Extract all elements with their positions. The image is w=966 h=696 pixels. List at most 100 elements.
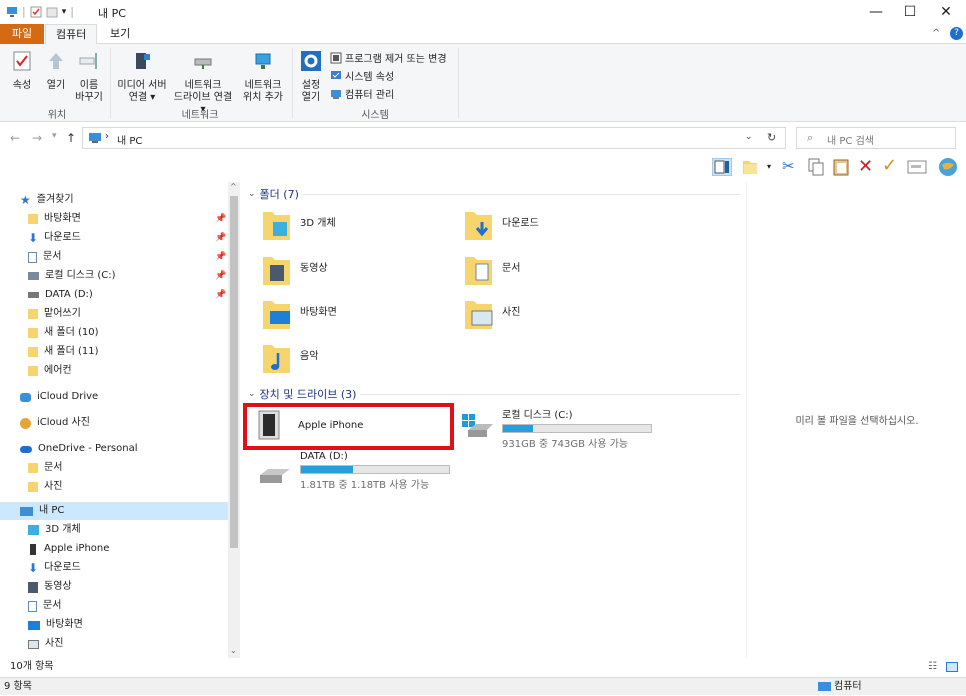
drive-item-local-disk-c[interactable]: 로컬 디스크 (C:) 931GB 중 743GB 사용 가능 bbox=[460, 406, 652, 450]
maximize-button[interactable]: ☐ bbox=[900, 3, 920, 21]
tab-view[interactable]: 보기 bbox=[100, 24, 140, 44]
title-bar: | ▾ | 내 PC — ☐ ✕ bbox=[0, 0, 966, 24]
nav-icloud-drive[interactable]: iCloud Drive bbox=[20, 388, 98, 406]
nav-pc-downloads[interactable]: ⬇ 다운로드 bbox=[28, 559, 81, 577]
new-folder-quick-icon[interactable] bbox=[46, 6, 58, 18]
nav-pc-3d-objects[interactable]: 3D 개체 bbox=[28, 521, 81, 539]
nav-item-folder[interactable]: 맡어쓰기 bbox=[28, 305, 81, 323]
scroll-down-icon[interactable]: ⌄ bbox=[230, 646, 237, 655]
cut-icon[interactable]: ✂ bbox=[782, 157, 795, 175]
rename-toolbar-icon[interactable] bbox=[907, 160, 927, 174]
devices-group-header[interactable]: ⌄ 장치 및 드라이브 (3) bbox=[248, 386, 740, 402]
details-view-icon[interactable]: ☷ bbox=[928, 658, 937, 676]
nav-pc-iphone[interactable]: Apple iPhone bbox=[28, 540, 109, 558]
folder-item-documents[interactable]: 문서 bbox=[464, 253, 520, 287]
folder-item-3d-objects[interactable]: 3D 개체 bbox=[262, 208, 336, 242]
nav-item-folder[interactable]: 에어컨 bbox=[28, 362, 72, 380]
nav-pc-videos[interactable]: 동영상 bbox=[28, 578, 72, 596]
pin-icon[interactable]: 📌 bbox=[215, 214, 226, 224]
large-icons-view-icon[interactable] bbox=[946, 662, 958, 672]
pin-icon[interactable]: 📌 bbox=[215, 233, 226, 243]
nav-item-desktop[interactable]: 바탕화면 bbox=[28, 210, 81, 228]
group-divider bbox=[360, 393, 740, 395]
bottom-item-count: 9 항목 bbox=[4, 681, 32, 692]
search-icon: ⌕ bbox=[807, 131, 814, 144]
address-row: ← → ▾ ↑ › 내 PC ⌄ ↻ ⌕ 내 PC 검색 bbox=[0, 124, 966, 152]
computer-management-button[interactable]: 컴퓨터 관리 bbox=[330, 86, 394, 101]
nav-item-folder[interactable]: 새 폴더 (10) bbox=[28, 324, 99, 342]
folder-item-pictures[interactable]: 사진 bbox=[464, 297, 520, 331]
address-bar[interactable]: › 내 PC ⌄ ↻ bbox=[82, 127, 786, 149]
scroll-up-icon[interactable]: ^ bbox=[230, 182, 237, 191]
rename-button[interactable]: 이름 바꾸기 bbox=[72, 50, 106, 104]
tab-file[interactable]: 파일 bbox=[0, 24, 44, 44]
drive-item-data-d[interactable]: DATA (D:) 1.81TB 중 1.18TB 사용 가능 bbox=[258, 451, 450, 495]
nav-item-data-d[interactable]: DATA (D:) bbox=[28, 286, 93, 304]
nav-onedrive[interactable]: OneDrive - Personal bbox=[20, 440, 138, 458]
checkmark-icon[interactable]: ✓ bbox=[882, 155, 897, 176]
minimize-button[interactable]: — bbox=[866, 3, 886, 21]
address-dropdown-icon[interactable]: ⌄ bbox=[745, 132, 753, 142]
folder-item-desktop[interactable]: 바탕화면 bbox=[262, 297, 337, 331]
ribbon-collapse-icon[interactable]: ^ bbox=[932, 28, 940, 39]
properties-quick-icon[interactable] bbox=[30, 6, 42, 18]
nav-item-downloads[interactable]: ⬇ 다운로드 bbox=[28, 229, 81, 247]
folders-group-header[interactable]: ⌄ 폴더 (7) bbox=[248, 186, 740, 202]
properties-button[interactable]: 속성 bbox=[8, 50, 36, 92]
back-arrow-icon[interactable]: ← bbox=[10, 131, 20, 145]
open-button[interactable]: 열기 bbox=[42, 50, 70, 92]
help-icon[interactable]: ? bbox=[950, 27, 963, 40]
gear-icon bbox=[301, 51, 321, 71]
nav-item-local-disk-c[interactable]: 로컬 디스크 (C:) bbox=[28, 267, 116, 285]
nav-this-pc[interactable]: 내 PC bbox=[0, 502, 228, 520]
computer-management-icon bbox=[331, 89, 341, 99]
quick-access-dropdown-icon[interactable]: ▾ bbox=[62, 7, 67, 17]
pictures-folder-icon bbox=[465, 301, 493, 329]
nav-item-documents[interactable]: 문서 bbox=[28, 248, 61, 266]
uninstall-program-button[interactable]: 프로그램 제거 또는 변경 bbox=[330, 50, 447, 65]
document-icon bbox=[28, 600, 37, 612]
delete-icon[interactable]: ✕ bbox=[858, 156, 873, 177]
nav-scrollbar[interactable]: ^ ⌄ bbox=[228, 182, 240, 658]
picture-icon bbox=[28, 639, 39, 649]
nav-item-folder[interactable]: 새 폴더 (11) bbox=[28, 343, 99, 361]
nav-onedrive-pictures[interactable]: 사진 bbox=[28, 478, 62, 496]
scrollbar-thumb[interactable] bbox=[230, 196, 238, 548]
folder-item-videos[interactable]: 동영상 bbox=[262, 253, 328, 287]
preview-pane-icon[interactable] bbox=[712, 158, 732, 176]
new-folder-dropdown-icon[interactable]: ▾ bbox=[767, 162, 771, 171]
up-arrow-icon[interactable]: ↑ bbox=[66, 131, 76, 145]
tab-computer[interactable]: 컴퓨터 bbox=[45, 24, 98, 45]
paste-icon[interactable] bbox=[833, 157, 849, 176]
media-server-button[interactable]: 미디어 서버 연결 ▾ bbox=[114, 50, 170, 104]
search-input[interactable]: ⌕ 내 PC 검색 bbox=[796, 127, 956, 149]
close-button[interactable]: ✕ bbox=[936, 3, 956, 21]
desktop-icon bbox=[28, 620, 40, 630]
nav-quick-access[interactable]: ★ 즐겨찾기 bbox=[20, 191, 74, 209]
d-drive-usage-fill bbox=[301, 466, 353, 473]
recent-dropdown-icon[interactable]: ▾ bbox=[52, 131, 57, 141]
open-settings-button[interactable]: 설정 열기 bbox=[296, 50, 326, 104]
nav-pc-pictures[interactable]: 사진 bbox=[28, 635, 63, 653]
pin-icon[interactable]: 📌 bbox=[215, 252, 226, 262]
breadcrumb-separator[interactable]: › bbox=[105, 131, 109, 142]
nav-icloud-photos[interactable]: iCloud 사진 bbox=[20, 414, 90, 432]
copy-icon[interactable] bbox=[808, 158, 824, 176]
ribbon-divider bbox=[110, 48, 111, 118]
new-folder-icon[interactable] bbox=[742, 158, 758, 176]
folder-item-downloads[interactable]: 다운로드 bbox=[464, 208, 539, 242]
breadcrumb-this-pc[interactable]: 내 PC bbox=[117, 132, 142, 147]
documents-folder-icon bbox=[465, 257, 492, 285]
pin-icon[interactable]: 📌 bbox=[215, 271, 226, 281]
nav-onedrive-documents[interactable]: 문서 bbox=[28, 459, 62, 477]
pin-icon[interactable]: 📌 bbox=[215, 290, 226, 300]
folder-item-music[interactable]: 음악 bbox=[262, 341, 318, 375]
add-network-location-button[interactable]: 네트워크 위치 추가 bbox=[240, 50, 286, 104]
forward-arrow-icon[interactable]: → bbox=[32, 131, 42, 145]
nav-pc-documents[interactable]: 문서 bbox=[28, 597, 61, 615]
group-location: 위치 bbox=[47, 110, 67, 121]
nav-pc-desktop[interactable]: 바탕화면 bbox=[28, 616, 83, 634]
system-properties-button[interactable]: 시스템 속성 bbox=[330, 68, 394, 83]
globe-icon[interactable] bbox=[938, 157, 958, 177]
refresh-icon[interactable]: ↻ bbox=[767, 131, 776, 144]
